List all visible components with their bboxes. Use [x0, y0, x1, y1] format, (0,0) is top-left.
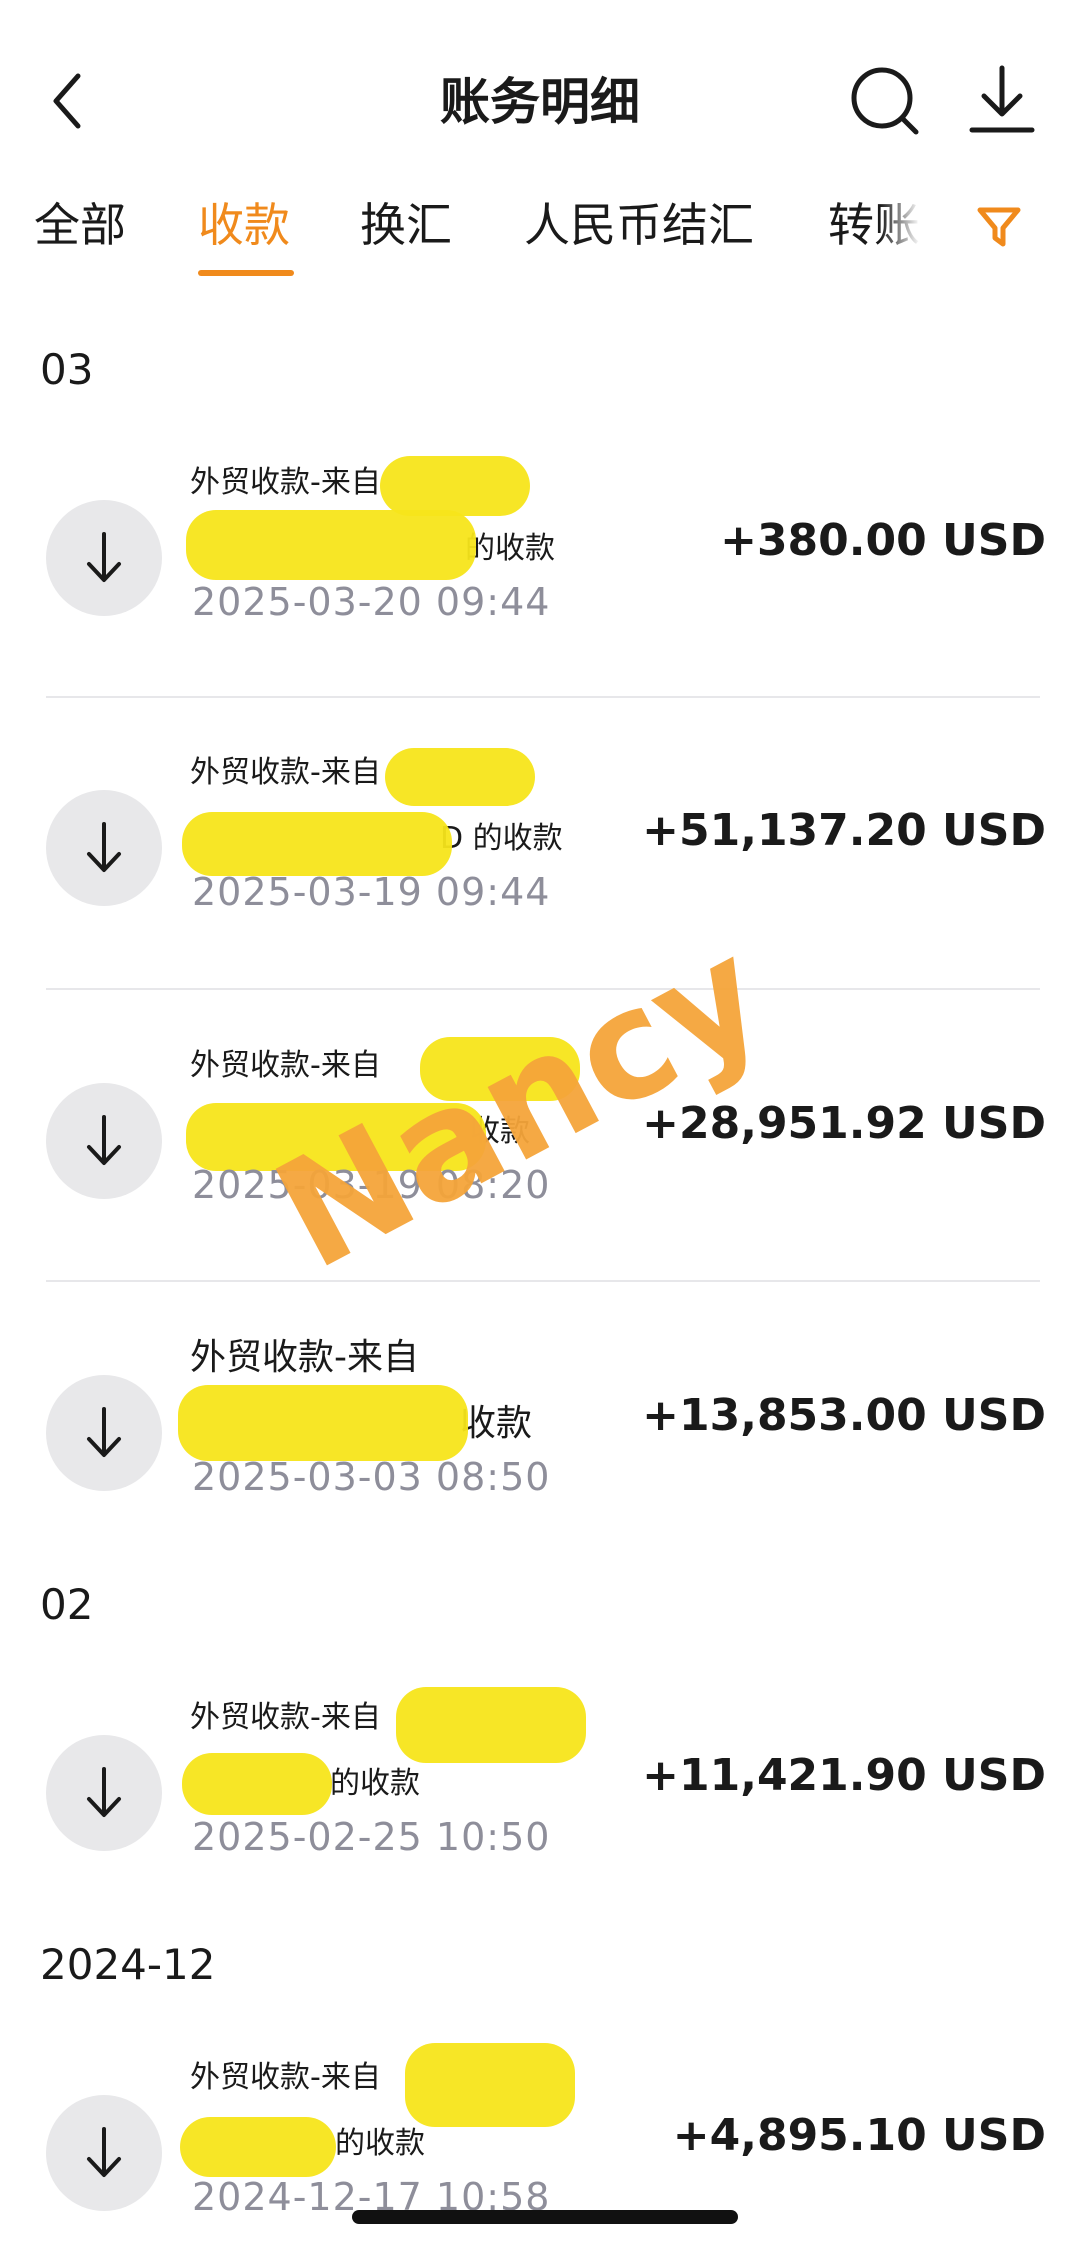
section-title: 03 [40, 345, 94, 394]
redaction-mark [385, 748, 535, 806]
transaction-amount: +51,137.20 USD [642, 805, 1046, 856]
incoming-arrow-icon [46, 1375, 162, 1491]
transaction-amount: +4,895.10 USD [672, 2110, 1046, 2161]
incoming-arrow-icon [46, 500, 162, 616]
tab-rmb-settlement[interactable]: 人民币结汇 [524, 190, 754, 290]
redaction-mark [180, 2117, 336, 2177]
divider [46, 696, 1040, 698]
transaction-row[interactable]: 外贸收款-来自 的收款 2025-02-25 10:50 +11,421.90 … [0, 1645, 1080, 1935]
transaction-amount: +13,853.00 USD [642, 1390, 1046, 1441]
tab-all[interactable]: 全部 [34, 190, 126, 290]
redaction-mark [186, 510, 476, 580]
incoming-arrow-icon [46, 790, 162, 906]
account-details-screen: 账务明细 全部 收款 换汇 人民币结汇 转账 03 外贸收款-来自 的收款 20… [0, 0, 1080, 2246]
transaction-amount: +11,421.90 USD [642, 1750, 1046, 1801]
section-title: 2024-12 [40, 1940, 216, 1989]
redaction-mark [178, 1385, 468, 1461]
transaction-row[interactable]: 外贸收款-来自 的收款 2025-03-20 09:44 +380.00 USD [0, 410, 1080, 700]
redaction-mark [182, 1753, 332, 1815]
transaction-date: 2025-03-03 08:50 [192, 1455, 551, 1499]
incoming-arrow-icon [46, 2095, 162, 2211]
transaction-date: 2025-03-20 09:44 [192, 580, 551, 624]
divider [46, 988, 1040, 990]
redaction-mark [380, 456, 530, 516]
section-title: 02 [40, 1580, 94, 1629]
redaction-mark [182, 812, 452, 876]
transaction-row[interactable]: 外贸收款-来自 收款 2025-03-03 08:50 +13,853.00 U… [0, 1285, 1080, 1575]
incoming-arrow-icon [46, 1735, 162, 1851]
redaction-mark [405, 2043, 575, 2127]
transaction-date: 2025-02-25 10:50 [192, 1815, 551, 1859]
tab-bar: 全部 收款 换汇 人民币结汇 转账 [0, 190, 1080, 290]
divider [46, 1280, 1040, 1282]
tab-exchange[interactable]: 换汇 [360, 190, 452, 290]
transaction-amount: +380.00 USD [720, 515, 1046, 566]
incoming-arrow-icon [46, 1083, 162, 1199]
search-icon[interactable] [846, 60, 926, 140]
tab-fade [880, 190, 920, 290]
filter-icon[interactable] [976, 204, 1022, 250]
transaction-date: 2025-03-19 09:44 [192, 870, 551, 914]
home-indicator[interactable] [352, 2210, 738, 2224]
redaction-mark [396, 1687, 586, 1763]
header: 账务明细 [0, 0, 1080, 190]
transaction-row[interactable]: 外贸收款-来自 D 的收款 2025-03-19 09:44 +51,137.2… [0, 700, 1080, 990]
active-tab-indicator [198, 270, 294, 276]
download-icon[interactable] [962, 60, 1042, 140]
